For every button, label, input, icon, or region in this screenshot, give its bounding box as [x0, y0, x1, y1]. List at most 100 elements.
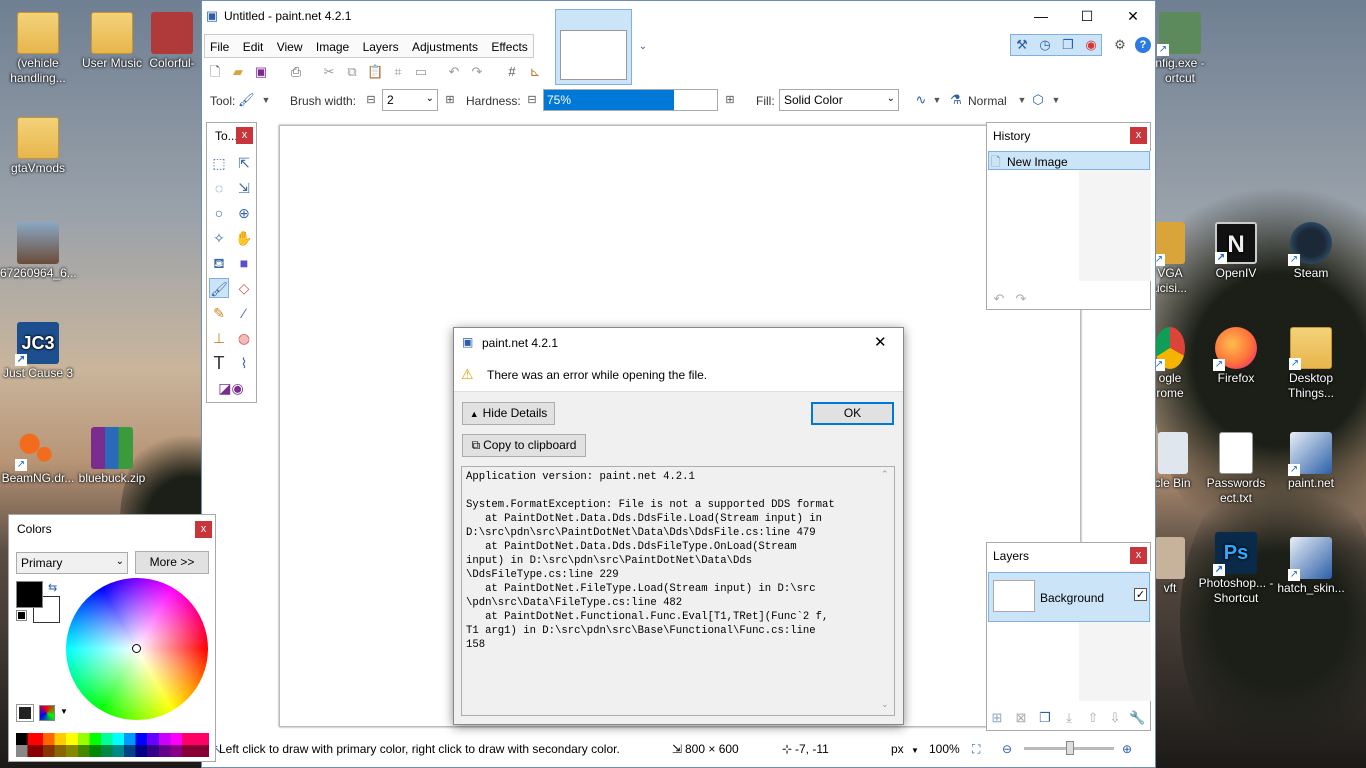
chevron-down-icon[interactable]: ▼ — [911, 746, 919, 755]
desktop-icon-recycle-bin[interactable]: cle Bin — [1150, 432, 1195, 491]
print-icon[interactable]: ⎙ — [288, 64, 304, 80]
error-details-text[interactable]: Application version: paint.net 4.2.1 Sys… — [461, 466, 895, 716]
layer-visible-checkbox[interactable]: ✓ — [1134, 588, 1147, 601]
menu-layers[interactable]: Layers — [358, 35, 404, 59]
image-thumbnail-tab[interactable] — [555, 9, 632, 85]
zoom-out-icon[interactable]: ⊖ — [1002, 742, 1012, 756]
increase-icon[interactable]: ⊞ — [442, 92, 458, 108]
pencil-icon[interactable]: ✎ — [209, 303, 229, 323]
recolor-icon[interactable]: ◍ — [234, 328, 254, 348]
increase-icon[interactable]: ⊞ — [722, 92, 738, 108]
palette-menu-icon[interactable] — [39, 705, 55, 721]
dialog-close-icon[interactable]: ✕ — [874, 333, 887, 351]
paintbrush-tool-icon[interactable]: 🖌 — [209, 278, 229, 298]
desktop-icon-photoshop[interactable]: PsPhotoshop... - Shortcut — [1198, 532, 1274, 606]
menu-file[interactable]: File — [205, 35, 234, 59]
eraser-icon[interactable]: ◇ — [234, 278, 254, 298]
menu-edit[interactable]: Edit — [238, 35, 269, 59]
duplicate-layer-icon[interactable]: ❐ — [1037, 710, 1053, 726]
crop-icon[interactable]: ⌗ — [390, 64, 406, 80]
move-selection-icon[interactable]: ⇲ — [234, 178, 254, 198]
reset-colors-icon[interactable] — [16, 610, 27, 621]
primary-color-swatch[interactable] — [16, 581, 43, 608]
line-curve-icon[interactable]: ⌇ — [234, 353, 254, 373]
open-folder-icon[interactable]: ▰ — [230, 64, 246, 80]
zoom-in-icon[interactable]: ⊕ — [1122, 742, 1132, 756]
copy-to-clipboard-button[interactable]: ⧉ Copy to clipboard — [462, 434, 586, 457]
colors-toggle-icon[interactable]: ◉ — [1083, 37, 1099, 53]
hide-details-button[interactable]: ▲ Hide Details — [462, 402, 555, 425]
minimize-button[interactable]: — — [1018, 1, 1064, 32]
color-wheel[interactable] — [66, 578, 208, 720]
ellipse-select-icon[interactable]: ○ — [209, 203, 229, 223]
delete-layer-icon[interactable]: ⊠ — [1013, 710, 1029, 726]
menu-adjustments[interactable]: Adjustments — [407, 35, 483, 59]
tools-panel-close[interactable]: x — [236, 127, 253, 144]
selection-mode-icon[interactable]: ⬡ — [1030, 92, 1046, 108]
undo-icon[interactable]: ↶ — [991, 291, 1007, 307]
desktop-icon-chrome[interactable]: ogle rome — [1150, 327, 1190, 401]
decrease-icon[interactable]: ⊟ — [524, 92, 540, 108]
close-button[interactable]: ✕ — [1110, 1, 1156, 32]
help-icon[interactable]: ? — [1135, 37, 1151, 53]
grid-icon[interactable]: # — [504, 64, 520, 80]
desktop-icon-steam[interactable]: Steam — [1273, 222, 1349, 281]
desktop-icon-gtavmods[interactable]: gtaVmods — [0, 117, 76, 176]
colors-panel-close[interactable]: x — [195, 521, 212, 538]
zoom-tool-icon[interactable]: ⊕ — [234, 203, 254, 223]
chevron-down-icon[interactable]: ▼ — [60, 707, 68, 716]
tools-toggle-icon[interactable]: ⚒ — [1014, 37, 1030, 53]
ok-button[interactable]: OK — [811, 402, 894, 425]
history-item[interactable]: 🗋 New Image — [988, 151, 1150, 170]
desktop-icon-vehicle-handling[interactable]: (vehicle handling... — [0, 12, 76, 86]
details-scrollbar[interactable]: ⌃ ⌄ — [878, 467, 894, 715]
desktop-icon-vft[interactable]: vft — [1150, 537, 1190, 596]
maximize-button[interactable]: ☐ — [1064, 1, 1110, 32]
desktop-icon-beamng[interactable]: BeamNG.dr... — [0, 427, 76, 486]
decrease-icon[interactable]: ⊟ — [363, 92, 379, 108]
move-layer-down-icon[interactable]: ⇩ — [1107, 710, 1123, 726]
layers-toggle-icon[interactable]: ❐ — [1060, 37, 1076, 53]
zoom-slider-thumb[interactable] — [1066, 741, 1074, 755]
gradient-icon[interactable]: ■ — [234, 253, 254, 273]
chevron-down-icon[interactable]: ▼ — [1014, 92, 1030, 108]
layer-properties-icon[interactable]: 🔧 — [1129, 710, 1145, 726]
menu-effects[interactable]: Effects — [486, 35, 532, 59]
chevron-down-icon[interactable]: ▼ — [258, 92, 274, 108]
desktop-icon-firefox[interactable]: Firefox — [1198, 327, 1274, 386]
history-toggle-icon[interactable]: ◷ — [1037, 37, 1053, 53]
deselect-icon[interactable]: ▭ — [413, 64, 429, 80]
desktop-icon-image-file[interactable]: 67260964_6... — [0, 222, 77, 281]
primary-secondary-select[interactable]: Primary ⌄ — [16, 552, 128, 574]
fill-select[interactable]: Solid Color ⌄ — [779, 89, 899, 111]
swap-colors-icon[interactable]: ⇆ — [48, 581, 57, 594]
desktop-icon-hatch-skin[interactable]: hatch_skin... — [1273, 537, 1349, 596]
hardness-slider[interactable]: 75% — [543, 89, 718, 111]
ruler-icon[interactable]: ⊾ — [527, 64, 543, 80]
zoom-fit-icon[interactable]: ⛶ — [972, 742, 980, 757]
desktop-icon-config-shortcut[interactable]: nfig.exe - ortcut — [1150, 12, 1210, 86]
color-picker-icon[interactable]: ⁄ — [234, 303, 254, 323]
desktop-icon-bluebuck-zip[interactable]: bluebuck.zip — [74, 427, 150, 486]
paint-bucket-icon[interactable]: ⛾ — [209, 253, 229, 273]
desktop-icon-user-music[interactable]: User Music — [74, 12, 150, 71]
undo-icon[interactable]: ↶ — [446, 64, 462, 80]
desktop-icon-passwords-txt[interactable]: Passwords ect.txt — [1198, 432, 1274, 506]
chevron-down-icon[interactable]: ▼ — [1048, 92, 1064, 108]
zoom-slider[interactable] — [1024, 741, 1114, 755]
antialiasing-icon[interactable]: ∿ — [913, 92, 929, 108]
rectangle-select-icon[interactable]: ⬚ — [209, 153, 229, 173]
scroll-up-icon[interactable]: ⌃ — [881, 469, 889, 480]
color-palette[interactable] — [16, 733, 209, 757]
chevron-down-icon[interactable]: ⌄ — [635, 39, 651, 55]
menu-view[interactable]: View — [272, 35, 308, 59]
color-wheel-cursor[interactable] — [132, 644, 141, 653]
move-layer-up-icon[interactable]: ⇧ — [1085, 710, 1101, 726]
history-panel-close[interactable]: x — [1130, 127, 1147, 144]
clone-stamp-icon[interactable]: ⊥ — [209, 328, 229, 348]
redo-icon[interactable]: ↷ — [469, 64, 485, 80]
paste-icon[interactable]: 📋 — [367, 64, 383, 80]
lasso-select-icon[interactable]: ◌ — [209, 178, 229, 198]
merge-layer-down-icon[interactable]: ⤓ — [1061, 710, 1077, 726]
zoom-level[interactable]: 100% — [929, 742, 960, 756]
